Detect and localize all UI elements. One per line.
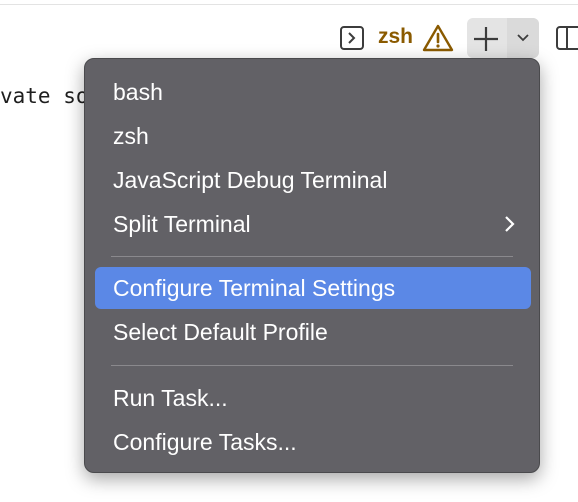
plus-icon[interactable] bbox=[470, 24, 502, 54]
menu-item-run-task[interactable]: Run Task... bbox=[95, 377, 531, 419]
menu-separator bbox=[111, 256, 513, 257]
chevron-right-icon bbox=[505, 216, 515, 232]
menu-separator bbox=[111, 365, 513, 366]
menu-item-bash[interactable]: bash bbox=[95, 71, 531, 113]
menu-item-zsh[interactable]: zsh bbox=[95, 115, 531, 157]
screen: zsh vate so bash zsh JavaScript Debug Te… bbox=[0, 0, 578, 502]
menu-item-select-default-profile[interactable]: Select Default Profile bbox=[95, 311, 531, 353]
split-panel-icon[interactable] bbox=[556, 26, 578, 50]
terminal-name[interactable]: zsh bbox=[378, 25, 413, 49]
warning-icon[interactable] bbox=[422, 24, 454, 52]
menu-item-label: Split Terminal bbox=[113, 211, 251, 237]
menu-item-configure-tasks[interactable]: Configure Tasks... bbox=[95, 421, 531, 463]
menu-item-javascript-debug-terminal[interactable]: JavaScript Debug Terminal bbox=[95, 159, 531, 201]
chevron-down-icon bbox=[517, 34, 529, 42]
menu-item-configure-terminal-settings[interactable]: Configure Terminal Settings bbox=[95, 267, 531, 309]
terminal-icon[interactable] bbox=[340, 26, 364, 50]
terminal-toolbar: zsh bbox=[0, 18, 578, 60]
terminal-profiles-menu: bash zsh JavaScript Debug Terminal Split… bbox=[84, 58, 540, 473]
terminal-profiles-dropdown-button[interactable] bbox=[507, 18, 539, 58]
menu-item-split-terminal[interactable]: Split Terminal bbox=[95, 203, 531, 245]
top-divider bbox=[0, 0, 578, 5]
